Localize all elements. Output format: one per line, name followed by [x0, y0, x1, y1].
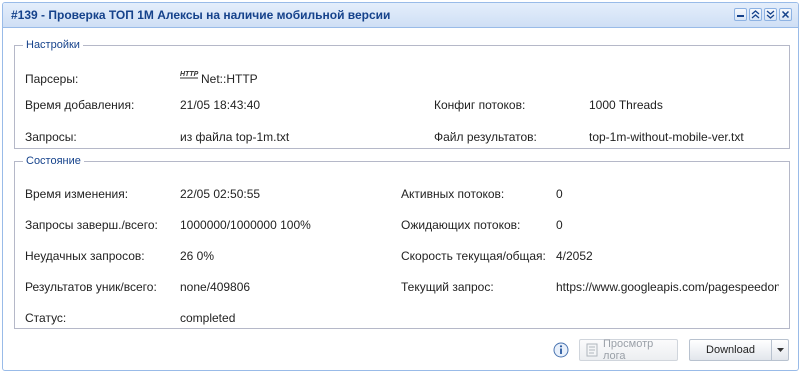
- minimize-icon[interactable]: [734, 8, 747, 21]
- results-label: Результатов уник/всего:: [25, 280, 157, 294]
- current-query-label: Текущий запрос:: [401, 280, 494, 294]
- failed-label: Неудачных запросов:: [25, 249, 145, 263]
- panel-tools: [734, 8, 792, 21]
- download-button[interactable]: Download: [689, 339, 789, 361]
- speed-value: 4/2052: [556, 249, 593, 263]
- threads-config-label: Конфиг потоков:: [434, 98, 526, 112]
- close-icon[interactable]: [779, 8, 792, 21]
- current-query-value: https://www.googleapis.com/pagespeedonli…: [556, 280, 779, 294]
- task-panel: #139 - Проверка ТОП 1М Алексы на наличие…: [2, 2, 799, 371]
- panel-title: #139 - Проверка ТОП 1М Алексы на наличие…: [11, 8, 391, 22]
- http-icon: HTTP: [180, 68, 200, 82]
- double-chevron-up-icon[interactable]: [749, 8, 762, 21]
- info-icon[interactable]: [553, 342, 569, 358]
- results-file-value: top-1m-without-mobile-ver.txt: [589, 130, 744, 144]
- active-threads-value: 0: [556, 187, 563, 201]
- results-value: none/409806: [180, 280, 251, 294]
- queries-done-value: 1000000/1000000 100%: [180, 218, 311, 232]
- download-label: Download: [706, 344, 755, 356]
- status-value: completed: [180, 311, 236, 325]
- view-log-button[interactable]: Просмотр лога: [579, 338, 678, 362]
- log-icon: [585, 343, 599, 357]
- state-section: Состояние Время изменения: 22/05 02:50:5…: [14, 155, 790, 329]
- speed-label: Скорость текущая/общая:: [401, 249, 546, 263]
- added-value: 21/05 18:43:40: [180, 98, 261, 112]
- waiting-threads-label: Ожидающих потоков:: [401, 218, 521, 232]
- waiting-threads-value: 0: [556, 218, 563, 232]
- state-legend: Состояние: [26, 155, 81, 167]
- panel-header: #139 - Проверка ТОП 1М Алексы на наличие…: [3, 3, 798, 28]
- view-log-label: Просмотр лога: [603, 338, 654, 362]
- results-file-label: Файл результатов:: [434, 130, 537, 144]
- failed-value: 26 0%: [180, 249, 215, 263]
- parsers-label: Парсеры:: [25, 72, 79, 86]
- changed-value: 22/05 02:50:55: [180, 187, 261, 201]
- threads-config-value: 1000 Threads: [589, 98, 663, 112]
- svg-text:HTTP: HTTP: [180, 71, 199, 78]
- status-label: Статус:: [25, 311, 67, 325]
- settings-legend: Настройки: [26, 39, 80, 51]
- active-threads-label: Активных потоков:: [401, 187, 505, 201]
- queries-done-label: Запросы заверш./всего:: [25, 218, 158, 232]
- double-chevron-down-icon[interactable]: [764, 8, 777, 21]
- queries-value: из файла top-1m.txt: [180, 130, 290, 144]
- parsers-value: Net::HTTP: [201, 72, 258, 86]
- changed-label: Время изменения:: [25, 187, 129, 201]
- chevron-down-icon[interactable]: [771, 340, 788, 360]
- settings-section: Настройки Парсеры: HTTP Net::HTTP Время …: [14, 39, 790, 149]
- queries-label: Запросы:: [25, 130, 77, 144]
- added-label: Время добавления:: [25, 98, 135, 112]
